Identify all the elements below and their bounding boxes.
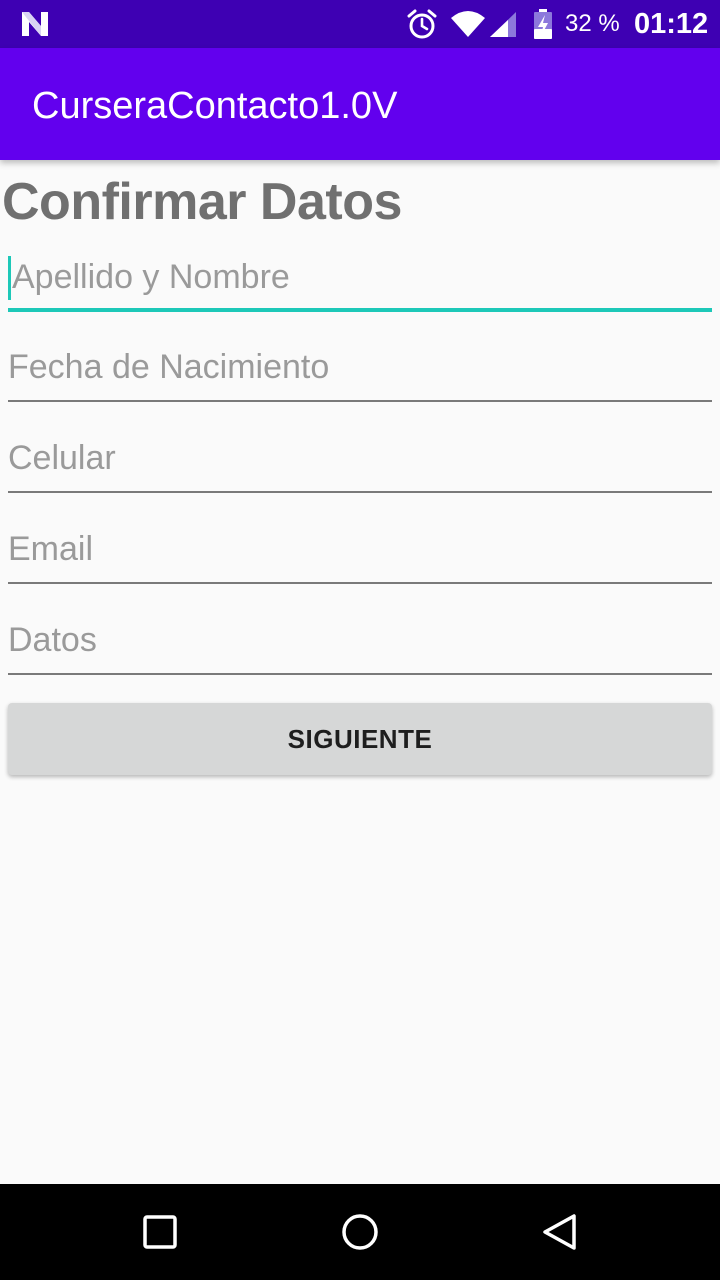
phone-field-underline [8,491,712,493]
next-button[interactable]: SIGUIENTE [8,703,712,775]
text-cursor [8,256,11,300]
back-icon[interactable] [536,1208,584,1256]
home-icon[interactable] [336,1208,384,1256]
email-field-underline [8,582,712,584]
wifi-icon [451,11,485,37]
next-button-label: SIGUIENTE [287,723,433,754]
battery-charging-icon [534,9,552,39]
details-field-placeholder: Datos [8,621,97,659]
recents-icon[interactable] [136,1208,184,1256]
app-screen: 32 % 01:12 CurseraContacto1.0V Confirmar… [0,0,720,1280]
name-field[interactable]: Apellido y Nombre [8,252,712,312]
battery-percentage: 32 % [565,10,620,37]
email-field-placeholder: Email [8,530,94,568]
birthdate-field-underline [8,400,712,402]
status-bar: 32 % 01:12 [0,0,720,48]
birthdate-field[interactable]: Fecha de Nacimiento [8,342,712,402]
phone-field-placeholder: Celular [8,439,116,477]
app-bar: CurseraContacto1.0V [0,48,720,160]
name-field-placeholder: Apellido y Nombre [12,258,290,296]
navigation-bar [0,1184,720,1280]
alarm-icon [407,9,437,39]
cell-signal-icon [490,12,516,37]
details-field[interactable]: Datos [8,615,712,675]
n-logo-icon [22,12,48,36]
app-title: CurseraContacto1.0V [32,85,398,127]
birthdate-field-placeholder: Fecha de Nacimiento [8,348,330,386]
name-field-underline [8,308,712,312]
details-field-underline [8,673,712,675]
email-field[interactable]: Email [8,524,712,584]
page-title: Confirmar Datos [2,173,402,231]
phone-field[interactable]: Celular [8,433,712,493]
status-clock: 01:12 [634,8,709,40]
